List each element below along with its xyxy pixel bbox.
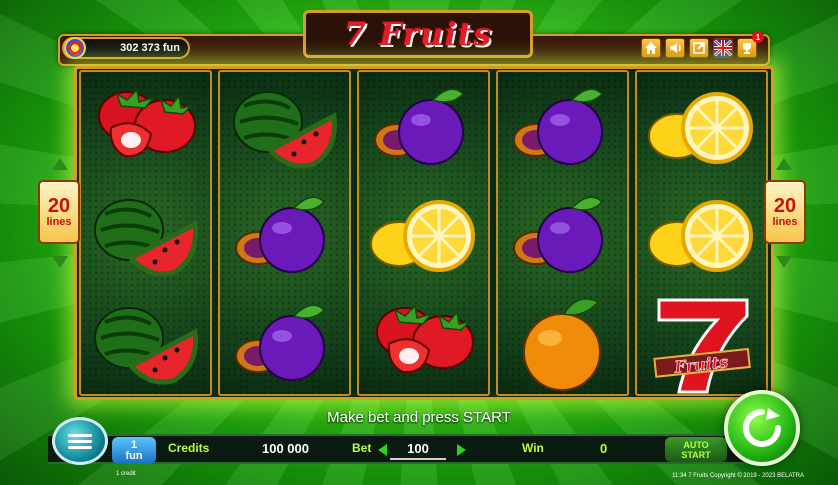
win-value: 0 [600, 441, 608, 456]
win-label: Win [522, 441, 544, 455]
coin-value: 1 [130, 438, 138, 451]
lines-up-right-icon[interactable] [776, 158, 792, 170]
lines-count-left: 20 [47, 195, 71, 217]
lines-down-left-icon[interactable] [52, 256, 68, 268]
lemon-icon [637, 184, 766, 292]
start-button[interactable] [724, 390, 800, 466]
game-logo: 7 Fruits [303, 10, 533, 58]
reel-5: Fruits [635, 70, 768, 396]
coin-icon [64, 37, 86, 59]
plum-icon [220, 184, 349, 292]
lemon-icon [359, 184, 488, 292]
watermelon-icon [220, 76, 349, 184]
lines-label-left: lines [46, 216, 72, 228]
auto-start-line2: START [681, 450, 711, 460]
fullscreen-button[interactable] [689, 38, 709, 58]
bet-increase-icon[interactable] [457, 444, 466, 456]
menu-icon [68, 433, 92, 437]
bet-label: Bet [352, 441, 372, 455]
credits-value: 100 000 [262, 441, 309, 456]
language-button[interactable] [713, 38, 733, 58]
reel-3 [357, 70, 490, 396]
trophy-icon [743, 43, 751, 54]
plum-icon [498, 184, 627, 292]
home-icon [645, 42, 657, 54]
flag-uk-icon [714, 40, 732, 56]
fullscreen-icon [693, 42, 705, 54]
home-button[interactable] [641, 38, 661, 58]
lines-count-right: 20 [773, 195, 797, 217]
plum-icon [359, 76, 488, 184]
bet-value: 100 [407, 440, 429, 456]
orange-icon [498, 292, 627, 394]
footer-credit-note: 1 credit [116, 471, 136, 477]
reel-2 [218, 70, 351, 396]
sound-icon [670, 43, 681, 53]
sound-button[interactable] [665, 38, 685, 58]
credits-label: Credits [168, 441, 210, 455]
lines-up-left-icon[interactable] [52, 158, 68, 170]
strawberry-icon [81, 76, 210, 184]
lines-label-right: lines [772, 216, 798, 228]
reel-1 [79, 70, 212, 396]
lemon-icon [637, 76, 766, 184]
lines-down-right-icon[interactable] [776, 256, 792, 268]
watermelon-icon [81, 184, 210, 292]
bet-value-box: 100 [390, 438, 446, 460]
plum-icon [220, 292, 349, 394]
menu-button[interactable] [52, 417, 108, 465]
bet-decrease-icon[interactable] [378, 444, 387, 456]
trophy-badge: 1 [752, 31, 764, 43]
plum-icon [498, 76, 627, 184]
coin-value-button[interactable]: 1 fun [112, 437, 156, 464]
lines-indicator-left: 20 lines [38, 180, 80, 244]
watermelon-icon [81, 292, 210, 394]
auto-start-button[interactable]: AUTO START [665, 437, 727, 462]
auto-start-line1: AUTO [683, 440, 709, 450]
lines-indicator-right: 20 lines [764, 180, 806, 244]
coin-unit: fun [125, 449, 143, 462]
status-message: Make bet and press START [327, 409, 511, 426]
strawberry-icon [359, 292, 488, 394]
spin-icon [743, 408, 781, 447]
footer-copyright: 11:34 7 Fruits Copyright © 2019 - 2023 B… [672, 473, 804, 479]
seven-icon: Fruits [637, 292, 766, 394]
reel-4 [496, 70, 629, 396]
logo-text: 7 Fruits [343, 15, 493, 53]
balance-value: 302 373 fun [120, 42, 180, 54]
